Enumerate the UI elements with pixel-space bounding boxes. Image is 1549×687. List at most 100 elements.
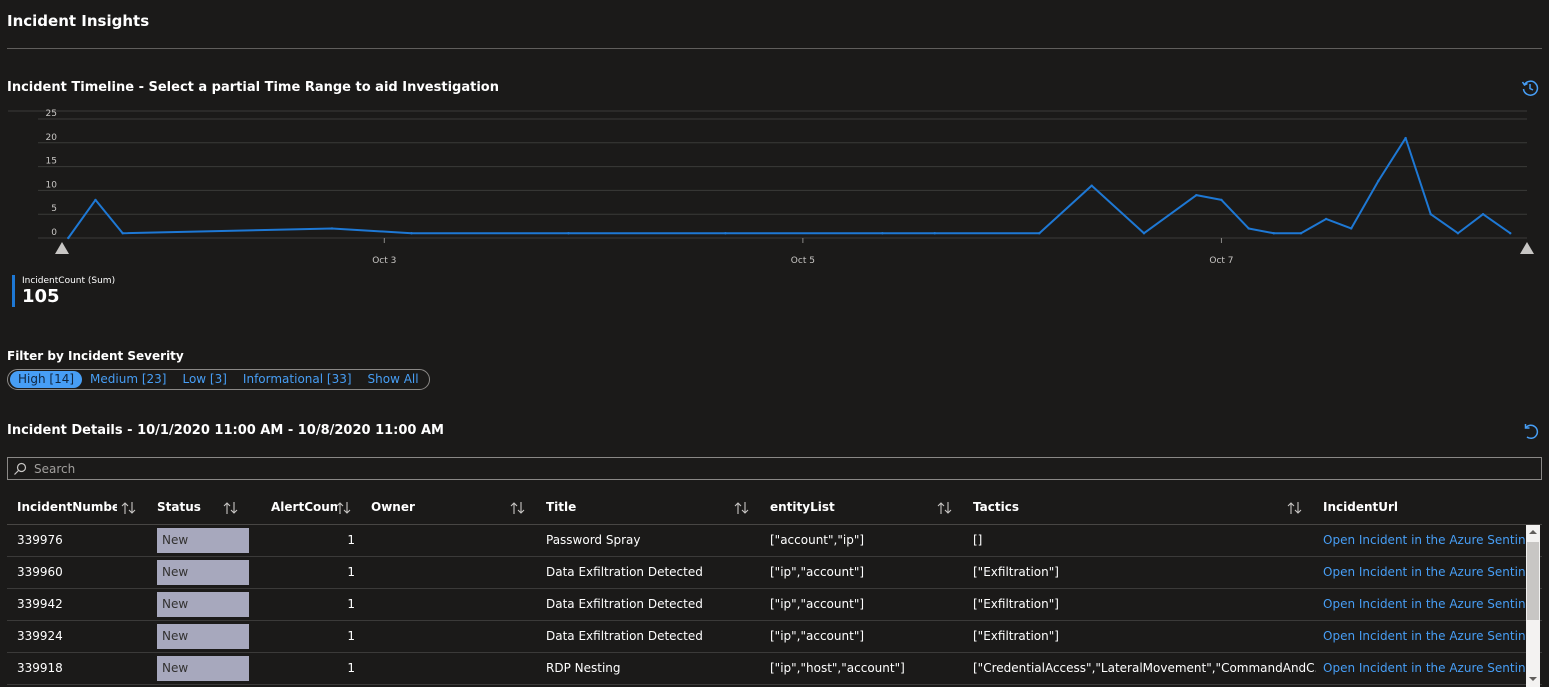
title-divider <box>7 48 1542 49</box>
data-point <box>567 232 570 235</box>
cell-title: Data Exfiltration Detected <box>546 629 703 643</box>
table-row[interactable]: 339976 New 1 Password Spray ["account","… <box>7 525 1542 557</box>
data-point <box>1509 232 1512 235</box>
incident-table: IncidentNumber Status AlertCount Owner T… <box>7 492 1542 685</box>
column-header-incident-number[interactable]: IncidentNumber <box>17 492 117 524</box>
cell-incident-number: 339976 <box>17 533 63 547</box>
x-tick-label: Oct 5 <box>791 256 815 266</box>
sort-icon[interactable] <box>1286 501 1304 515</box>
column-header-title[interactable]: Title <box>546 492 606 524</box>
data-point <box>1195 193 1198 197</box>
open-incident-link[interactable]: Open Incident in the Azure Sentinel <box>1323 589 1526 620</box>
data-point <box>881 232 884 235</box>
chart-legend: IncidentCount (Sum) 105 <box>12 275 115 307</box>
table-scrollbar[interactable] <box>1526 525 1540 687</box>
open-incident-link[interactable]: Open Incident in the Azure Sentinel <box>1323 653 1526 684</box>
cell-title: Data Exfiltration Detected <box>546 597 703 611</box>
table-row[interactable]: 339924 New 1 Data Exfiltration Detected … <box>7 621 1542 653</box>
filter-option-medium[interactable]: Medium [23] <box>82 371 174 388</box>
y-tick-label: 15 <box>46 157 57 167</box>
cell-tactics: ["Exfiltration"] <box>973 597 1059 611</box>
range-start-handle[interactable] <box>55 242 69 254</box>
cell-tactics: ["Exfiltration"] <box>973 565 1059 579</box>
sort-icon[interactable] <box>222 501 240 515</box>
y-tick-label: 5 <box>51 204 57 214</box>
status-badge: New <box>157 624 249 649</box>
cell-alert-count: 1 <box>347 597 355 611</box>
cell-tactics: ["CredentialAccess","LateralMovement","C… <box>973 661 1316 675</box>
status-badge: New <box>157 560 249 585</box>
column-header-tactics[interactable]: Tactics <box>973 492 1033 524</box>
cell-incident-number: 339924 <box>17 629 63 643</box>
data-point <box>67 236 70 240</box>
cell-incident-number: 339960 <box>17 565 63 579</box>
scroll-thumb[interactable] <box>1527 542 1539 620</box>
search-box[interactable] <box>7 457 1542 480</box>
cell-alert-count: 1 <box>347 661 355 675</box>
table-header: IncidentNumber Status AlertCount Owner T… <box>7 492 1542 525</box>
cell-tactics: ["Exfiltration"] <box>973 629 1059 643</box>
incident-timeline-chart[interactable]: 0 5 10 15 20 25 Oct 3 Oct 5 Oct 7 <box>0 105 1549 270</box>
data-point <box>1142 232 1146 235</box>
sort-icon[interactable] <box>509 501 527 515</box>
data-point <box>94 198 97 202</box>
scroll-up-icon[interactable] <box>1529 528 1537 536</box>
data-point <box>1247 227 1250 230</box>
cell-title: Password Spray <box>546 533 641 547</box>
data-point <box>1404 136 1407 140</box>
legend-total: 105 <box>22 286 60 307</box>
data-point <box>330 227 334 230</box>
data-point <box>1456 232 1460 235</box>
cell-entity-list: ["account","ip"] <box>770 533 865 547</box>
column-header-owner[interactable]: Owner <box>371 492 431 524</box>
search-icon <box>14 462 27 475</box>
cell-title: RDP Nesting <box>546 661 621 675</box>
data-point <box>1272 232 1275 235</box>
data-point <box>410 232 413 235</box>
table-row[interactable]: 339960 New 1 Data Exfiltration Detected … <box>7 557 1542 589</box>
cell-entity-list: ["ip","host","account"] <box>770 661 905 675</box>
y-tick-label: 10 <box>46 180 58 190</box>
data-point <box>1350 227 1353 230</box>
cell-alert-count: 1 <box>347 629 355 643</box>
cell-tactics: [] <box>973 533 983 547</box>
sort-icon[interactable] <box>733 501 751 515</box>
filter-option-high[interactable]: High [14] <box>10 371 83 388</box>
table-row[interactable]: 339918 New 1 RDP Nesting ["ip","host","a… <box>7 653 1542 685</box>
y-tick-label: 20 <box>46 133 58 143</box>
open-incident-link[interactable]: Open Incident in the Azure Sentinel <box>1323 525 1526 556</box>
column-header-incident-url[interactable]: IncidentUrl <box>1323 492 1403 524</box>
column-header-entity-list[interactable]: entityList <box>770 492 850 524</box>
cell-entity-list: ["ip","account"] <box>770 565 865 579</box>
x-tick-label: Oct 3 <box>372 256 396 266</box>
undo-icon[interactable] <box>1520 421 1540 441</box>
open-incident-link[interactable]: Open Incident in the Azure Sentinel <box>1323 621 1526 652</box>
data-point <box>1090 184 1093 187</box>
range-end-handle[interactable] <box>1520 242 1534 254</box>
history-icon[interactable] <box>1520 78 1540 98</box>
data-point <box>1429 213 1432 216</box>
cell-entity-list: ["ip","account"] <box>770 597 865 611</box>
search-input[interactable] <box>32 460 1541 477</box>
filter-option-low[interactable]: Low [3] <box>174 371 234 388</box>
sort-icon[interactable] <box>936 501 954 515</box>
data-point <box>1299 232 1303 235</box>
status-badge: New <box>157 528 249 553</box>
table-row[interactable]: 339942 New 1 Data Exfiltration Detected … <box>7 589 1542 621</box>
sort-icon[interactable] <box>335 501 353 515</box>
data-point <box>1377 179 1380 183</box>
filter-option-show-all[interactable]: Show All <box>360 371 427 388</box>
scroll-down-icon[interactable] <box>1529 675 1537 683</box>
series-line <box>67 137 1511 239</box>
cell-title: Data Exfiltration Detected <box>546 565 703 579</box>
status-badge: New <box>157 592 249 617</box>
page-title: Incident Insights <box>7 12 150 30</box>
cell-alert-count: 1 <box>347 533 355 547</box>
filter-option-informational[interactable]: Informational [33] <box>235 371 360 388</box>
column-header-status[interactable]: Status <box>157 492 217 524</box>
column-header-alert-count[interactable]: AlertCount <box>271 492 337 524</box>
sort-icon[interactable] <box>120 501 138 515</box>
data-point <box>1220 198 1223 202</box>
open-incident-link[interactable]: Open Incident in the Azure Sentinel <box>1323 557 1526 588</box>
data-point <box>724 232 727 235</box>
